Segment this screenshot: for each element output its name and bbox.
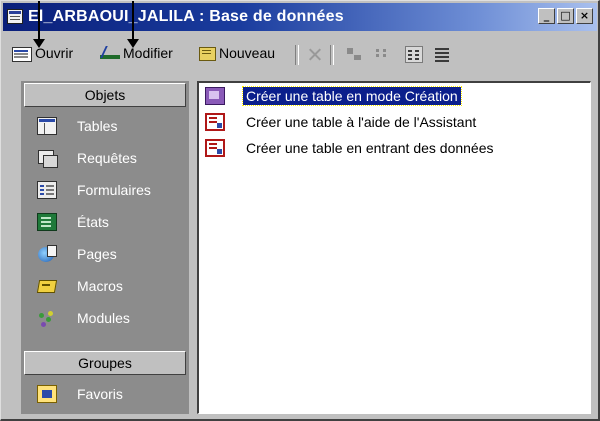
open-icon [11, 45, 33, 62]
title-bar[interactable]: El_ARBAOUI_JALILA : Base de données _ □ … [3, 3, 597, 31]
database-icon [7, 9, 23, 24]
design-view-icon [205, 87, 225, 105]
design-icon [99, 45, 121, 61]
sidebar-item-forms[interactable]: Formulaires [21, 175, 189, 205]
window-controls: _ □ × [538, 8, 593, 24]
sidebar-item-favorites[interactable]: Favoris [21, 379, 189, 409]
object-list: Créer une table en mode Création Créer u… [197, 81, 591, 414]
report-icon [37, 213, 57, 231]
database-window: El_ARBAOUI_JALILA : Base de données _ □ … [0, 0, 600, 421]
close-button[interactable]: × [576, 8, 593, 24]
new-button[interactable]: Nouveau [197, 45, 275, 61]
sidebar-item-queries[interactable]: Requêtes [21, 143, 189, 173]
large-icons-icon[interactable] [345, 46, 363, 63]
page-icon [37, 245, 57, 263]
objects-bar: Objets Tables Requêtes Formulaires États… [21, 81, 189, 414]
sidebar-item-label: Tables [77, 118, 118, 134]
sidebar-item-label: Pages [77, 246, 117, 262]
pointer-arrow-design [127, 1, 139, 48]
wizard-icon [205, 113, 225, 131]
sidebar-item-label: États [77, 214, 109, 230]
sidebar-item-label: Requêtes [77, 150, 137, 166]
list-item-label: Créer une table à l'aide de l'Assistant [246, 114, 477, 130]
minimize-button[interactable]: _ [538, 8, 555, 24]
form-icon [37, 181, 57, 199]
sidebar-item-label: Macros [77, 278, 123, 294]
module-icon [37, 309, 57, 327]
new-icon [197, 45, 217, 61]
small-icons-icon[interactable] [375, 46, 393, 63]
query-icon [37, 149, 58, 168]
sidebar-item-label: Modules [77, 310, 130, 326]
sidebar-item-label: Formulaires [77, 182, 151, 198]
window-title: El_ARBAOUI_JALILA : Base de données [28, 8, 344, 25]
sidebar-item-reports[interactable]: États [21, 207, 189, 237]
pointer-arrow-open [33, 1, 45, 48]
maximize-button[interactable]: □ [557, 8, 574, 24]
new-button-label: Nouveau [219, 45, 276, 61]
table-icon [37, 117, 57, 135]
list-item-create-design[interactable]: Créer une table en mode Création [199, 85, 462, 107]
macro-icon [37, 277, 57, 295]
sidebar-item-modules[interactable]: Modules [21, 303, 189, 333]
data-entry-icon [205, 139, 225, 157]
list-view-icon[interactable] [405, 46, 423, 63]
list-item-create-wizard[interactable]: Créer une table à l'aide de l'Assistant [199, 111, 479, 133]
sidebar-item-tables[interactable]: Tables [21, 111, 189, 141]
favorites-icon [37, 385, 57, 403]
sidebar-item-label: Favoris [77, 386, 123, 402]
list-item-label: Créer une table en entrant des données [246, 140, 494, 156]
details-view-icon[interactable] [433, 46, 451, 63]
groups-header[interactable]: Groupes [24, 351, 186, 375]
objects-header[interactable]: Objets [24, 83, 186, 107]
sidebar-item-pages[interactable]: Pages [21, 239, 189, 269]
toolbar-separator [295, 45, 299, 65]
delete-icon[interactable] [306, 46, 324, 63]
sidebar-item-macros[interactable]: Macros [21, 271, 189, 301]
toolbar: Ouvrir Modifier Nouveau [3, 35, 597, 73]
list-item-create-data-entry[interactable]: Créer une table en entrant des données [199, 137, 497, 159]
toolbar-separator [330, 45, 334, 65]
list-item-label: Créer une table en mode Création [242, 86, 462, 106]
